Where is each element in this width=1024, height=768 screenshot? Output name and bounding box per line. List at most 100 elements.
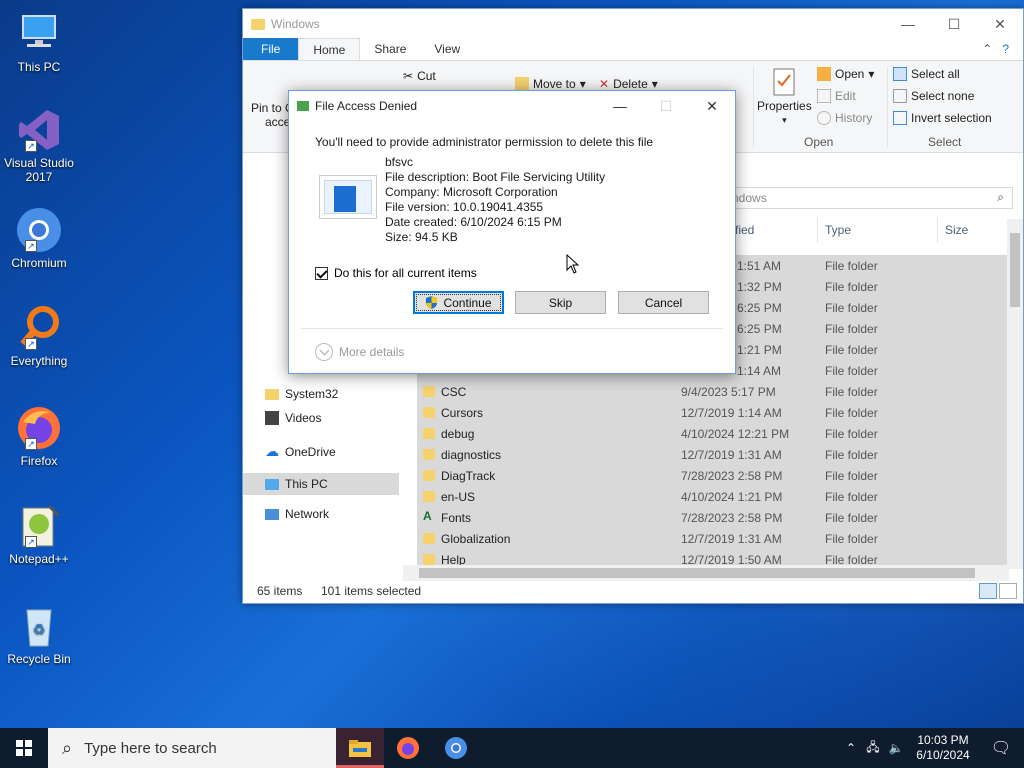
close-icon[interactable]: ✕ (977, 9, 1023, 39)
desktop-icon-label: Everything (10, 354, 68, 368)
desktop-icon-everything[interactable]: ↗ Everything (4, 304, 74, 368)
row-date: 12/7/2019 1:31 AM (681, 448, 782, 462)
row-type: File folder (825, 385, 878, 399)
open-button[interactable]: Open ▾ (817, 67, 874, 81)
checkbox-checked-icon[interactable] (315, 266, 328, 280)
folder-icon (251, 18, 265, 30)
close-icon[interactable]: ✕ (689, 91, 735, 121)
table-row[interactable]: A Fonts 7/28/2023 2:58 PM File folder (417, 507, 1009, 528)
file-company: Company: Microsoft Corporation (385, 185, 558, 199)
select-all-icon (893, 67, 907, 81)
row-date: 6:25 PM (737, 301, 782, 315)
file-explorer-icon (349, 740, 371, 757)
firefox-icon (397, 737, 419, 759)
continue-button[interactable]: Continue (413, 291, 504, 314)
desktop-icon-recycle-bin[interactable]: ♻ Recycle Bin (4, 602, 74, 666)
folder-icon (423, 428, 435, 439)
invert-selection-button[interactable]: Invert selection (893, 111, 992, 125)
nav-item-onedrive[interactable]: ☁ OneDrive (265, 443, 336, 460)
more-details-toggle[interactable]: More details (315, 343, 404, 361)
nav-item-system32[interactable]: System32 (265, 387, 338, 401)
table-row[interactable]: en-US 4/10/2024 1:21 PM File folder (417, 486, 1009, 507)
cancel-button[interactable]: Cancel (618, 291, 709, 314)
row-type: File folder (825, 469, 878, 483)
table-row[interactable]: debug 4/10/2024 12:21 PM File folder (417, 423, 1009, 444)
table-row[interactable]: Cursors 12/7/2019 1:14 AM File folder (417, 402, 1009, 423)
column-date-modified[interactable]: fied (735, 223, 754, 237)
history-button[interactable]: History (817, 111, 872, 125)
table-row[interactable]: diagnostics 12/7/2019 1:31 AM File folder (417, 444, 1009, 465)
move-to-button[interactable]: Move to ▾ (515, 77, 586, 91)
open-group-label: Open (804, 135, 834, 149)
desktop-icon-visual-studio[interactable]: ↗ Visual Studio 2017 (4, 106, 74, 184)
maximize-icon[interactable]: ☐ (931, 9, 977, 39)
nav-item-network[interactable]: Network (265, 507, 329, 521)
nav-item-this-pc[interactable]: This PC (243, 473, 399, 495)
svg-text:♻: ♻ (33, 621, 46, 637)
scrollbar-thumb[interactable] (1010, 233, 1020, 307)
column-size[interactable]: Size (945, 223, 968, 237)
notification-icon[interactable]: 🗨 (978, 738, 1024, 758)
row-type: File folder (825, 532, 878, 546)
vertical-scrollbar[interactable] (1007, 219, 1023, 569)
large-icons-view-icon[interactable] (999, 583, 1017, 599)
desktop-icon-chromium[interactable]: ↗ Chromium (4, 206, 74, 270)
ribbon-separator (887, 67, 888, 147)
clock[interactable]: 10:03 PM 6/10/2024 (908, 733, 978, 763)
nav-item-videos[interactable]: Videos (265, 411, 321, 425)
chevron-up-icon[interactable]: ⌃ (840, 741, 862, 755)
minimize-icon[interactable]: — (597, 91, 643, 121)
minimize-icon[interactable]: — (885, 9, 931, 39)
open-icon (817, 67, 831, 81)
file-access-denied-dialog[interactable]: File Access Denied — ☐ ✕ You'll need to … (288, 90, 736, 374)
file-name: bfsvc (385, 155, 414, 169)
ribbon-help-controls[interactable]: ⌃ ? (982, 38, 1009, 60)
desktop-icon-firefox[interactable]: ↗ Firefox (4, 404, 74, 468)
network-icon[interactable]: 🖧 (862, 738, 884, 759)
nav-label: OneDrive (285, 444, 336, 459)
ribbon-separator (753, 67, 754, 147)
desktop-icon-label: This PC (17, 60, 61, 74)
table-row[interactable]: Globalization 12/7/2019 1:31 AM File folde… (417, 528, 1009, 549)
properties-button[interactable]: Properties ▾ (757, 67, 812, 126)
folder-icon (423, 407, 435, 418)
table-row[interactable]: CSC 9/4/2023 5:17 PM File folder (417, 381, 1009, 402)
nav-label: Videos (285, 411, 322, 425)
volume-muted-icon[interactable]: 🔈 (884, 741, 908, 755)
column-type[interactable]: Type (825, 223, 851, 237)
scissors-icon: ✂ (403, 69, 414, 83)
taskbar-search-input[interactable]: ⌕ Type here to search (48, 728, 336, 768)
tab-file[interactable]: File (243, 38, 299, 60)
select-none-button[interactable]: Select none (893, 89, 974, 103)
cloud-icon: ☁ (265, 443, 279, 459)
folder-icon (423, 554, 435, 565)
row-type: File folder (825, 322, 878, 336)
edit-button[interactable]: Edit (817, 89, 856, 103)
delete-button[interactable]: ✕ Delete ▾ (599, 77, 658, 91)
row-date: 7/28/2023 2:58 PM (681, 511, 783, 525)
tab-share[interactable]: Share (360, 38, 420, 60)
nav-label: This PC (285, 477, 328, 491)
taskbar-file-explorer[interactable] (336, 728, 384, 768)
row-date: 1:32 PM (737, 280, 782, 294)
maximize-icon: ☐ (659, 98, 673, 114)
cut-button[interactable]: ✂ Cut (403, 69, 436, 83)
tab-view[interactable]: View (420, 38, 474, 60)
select-none-icon (893, 89, 907, 103)
desktop-icon-this-pc[interactable]: This PC (4, 10, 74, 74)
scrollbar-thumb[interactable] (419, 568, 975, 578)
start-button[interactable] (0, 728, 48, 768)
file-info: bfsvc File description: Boot File Servic… (385, 155, 605, 245)
row-name: Fonts (441, 511, 472, 525)
search-input[interactable]: ndows ⌕ (723, 187, 1013, 209)
desktop-icon-notepadpp[interactable]: ↗ Notepad++ (4, 502, 74, 566)
taskbar-firefox[interactable] (384, 728, 432, 768)
select-all-button[interactable]: Select all (893, 67, 960, 81)
tab-home[interactable]: Home (298, 38, 361, 60)
apply-to-all-checkbox[interactable]: Do this for all current items (315, 266, 477, 280)
details-view-icon[interactable] (979, 583, 997, 599)
help-icon[interactable]: ? (1002, 42, 1009, 56)
table-row[interactable]: DiagTrack 7/28/2023 2:58 PM File folder (417, 465, 1009, 486)
skip-button[interactable]: Skip (515, 291, 606, 314)
taskbar-chromium[interactable] (432, 728, 480, 768)
